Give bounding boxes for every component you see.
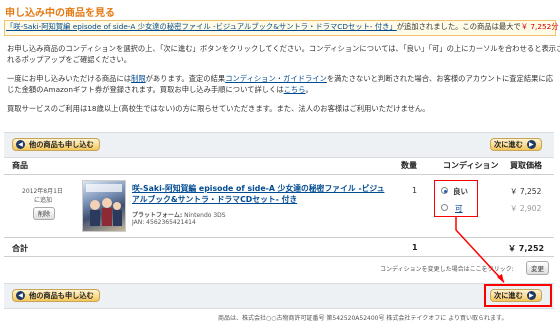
annotation-arrow xyxy=(455,217,505,283)
